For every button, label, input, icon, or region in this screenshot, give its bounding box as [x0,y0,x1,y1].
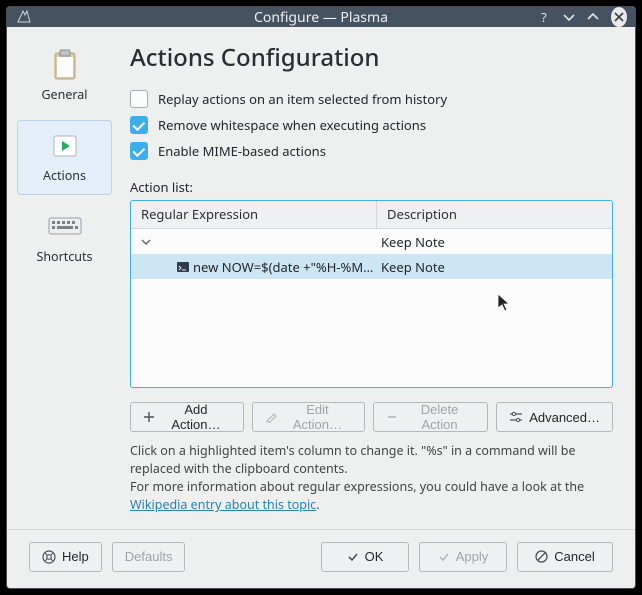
lifebuoy-icon [42,550,56,564]
cell-regex[interactable]: new NOW=$(date +"%H-%M… [193,258,373,276]
btn-label: Advanced… [529,410,600,425]
btn-label: Apply [456,549,489,564]
apply-button[interactable]: Apply [419,542,507,572]
col-desc[interactable]: Description [377,201,612,228]
hint-line2b: . [316,496,319,513]
action-tree[interactable]: Regular Expression Description Keep Note [130,200,613,388]
plus-icon [143,411,155,423]
tree-header[interactable]: Regular Expression Description [131,201,612,229]
hint-text: Click on a highlighted item's column to … [130,442,613,515]
minus-icon [386,411,398,423]
window-title: Configure — Plasma [105,8,537,27]
checkbox-icon[interactable] [130,142,148,160]
btn-label: Defaults [125,549,173,564]
cancel-button[interactable]: Cancel [517,542,613,572]
action-buttons: Add Action… Edit Action… Delete Action A… [130,402,613,432]
check-whitespace[interactable]: Remove whitespace when executing actions [130,116,613,134]
content: Actions Configuration Replay actions on … [122,27,635,529]
check-icon [438,551,450,563]
ok-button[interactable]: OK [321,542,409,572]
body: General Actions Shortcuts Actions Con [7,27,635,529]
sidebar-item-label: General [41,86,87,103]
cell-desc[interactable]: Keep Note [377,233,612,251]
btn-label: Delete Action [404,402,475,432]
svg-text:?: ? [541,10,547,24]
btn-label: OK [365,549,384,564]
check-label: Remove whitespace when executing actions [158,116,426,134]
delete-action-button[interactable]: Delete Action [373,402,488,432]
checkbox-icon[interactable] [130,116,148,134]
btn-label: Help [62,549,89,564]
check-mime[interactable]: Enable MIME-based actions [130,142,613,160]
app-menu-icon[interactable] [15,8,33,26]
defaults-button[interactable]: Defaults [112,542,186,572]
sidebar: General Actions Shortcuts [7,27,122,529]
keyboard-icon [45,210,85,244]
chevron-down-icon[interactable] [139,235,153,249]
check-label: Replay actions on an item selected from … [158,90,447,108]
dialog-footer: Help Defaults OK Apply Cancel [7,529,635,590]
clipboard-icon [45,48,85,82]
sidebar-item-label: Actions [43,167,86,184]
sidebar-item-actions[interactable]: Actions [17,120,112,195]
tree-row[interactable]: Keep Note [131,229,612,254]
sidebar-item-shortcuts[interactable]: Shortcuts [17,201,112,276]
play-icon [45,129,85,163]
tree-body: Keep Note new NOW=$(date +"%H-%M… Keep N… [131,229,612,387]
add-action-button[interactable]: Add Action… [130,402,244,432]
check-replay[interactable]: Replay actions on an item selected from … [130,90,613,108]
edit-action-button[interactable]: Edit Action… [252,402,365,432]
titlebar[interactable]: Configure — Plasma ? [7,7,635,27]
help-button[interactable]: Help [29,542,102,572]
hint-line2a: For more information about regular expre… [130,478,584,495]
terminal-icon [175,259,191,275]
cell-desc[interactable]: Keep Note [377,258,612,276]
wikipedia-link[interactable]: Wikipedia entry about this topic [130,496,316,513]
maximize-icon[interactable] [586,8,601,26]
btn-label: Edit Action… [283,402,352,432]
sliders-icon [509,411,523,423]
page-title: Actions Configuration [130,41,613,74]
close-icon[interactable] [611,7,627,27]
sidebar-item-general[interactable]: General [17,39,112,114]
btn-label: Cancel [554,549,594,564]
sidebar-item-label: Shortcuts [36,248,92,265]
btn-label: Add Action… [161,402,231,432]
cancel-icon [535,550,548,563]
spacer [195,542,311,572]
check-label: Enable MIME-based actions [158,142,326,160]
hint-line1: Click on a highlighted item's column to … [130,442,576,477]
col-regex[interactable]: Regular Expression [131,201,377,228]
checkbox-icon[interactable] [130,90,148,108]
advanced-button[interactable]: Advanced… [496,402,613,432]
tree-row[interactable]: new NOW=$(date +"%H-%M… Keep Note [131,254,612,279]
check-icon [347,551,359,563]
help-icon[interactable]: ? [537,8,552,26]
configure-window: Configure — Plasma ? General [6,6,636,589]
minimize-icon[interactable] [562,8,577,26]
action-list-label: Action list: [130,178,613,196]
pencil-icon [265,411,277,423]
